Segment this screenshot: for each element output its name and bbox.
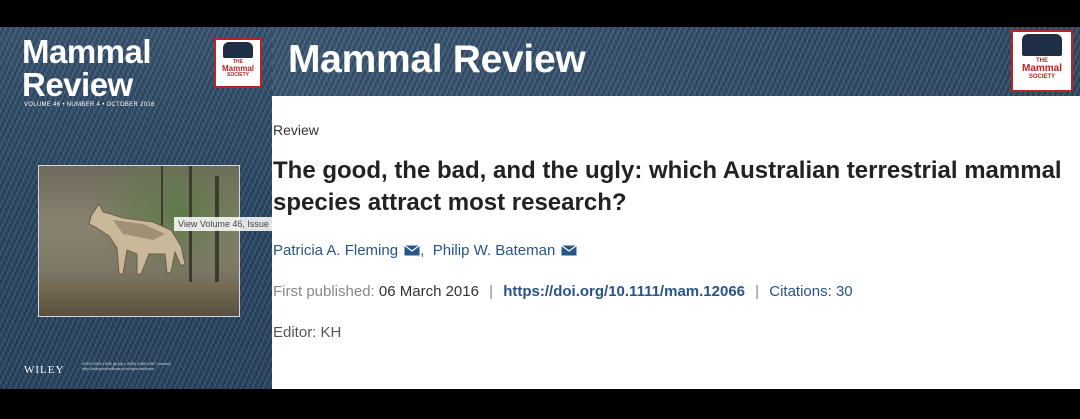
cover-photo-wolf [38,165,240,317]
cover-journal-title: Mammal Review [22,33,152,103]
view-issue-tooltip: View Volume 46, Issue [174,217,272,231]
article-page: Mammal Review THE Mammal SOCIETY Review … [272,27,1080,389]
author-link[interactable]: Philip W. Bateman [433,242,556,259]
doi-link[interactable]: https://doi.org/10.1111/mam.12066 [503,283,745,300]
journal-cover[interactable]: Mammal Review VOLUME 46 • NUMBER 4 • OCT… [0,27,272,389]
envelope-icon[interactable] [404,245,421,256]
first-published-label: First published: [273,283,375,300]
meta-separator: | [755,283,760,300]
author-link[interactable]: Patricia A. Fleming [273,242,398,259]
society-emblem-icon [1022,34,1062,56]
wolf-figure [88,203,186,275]
citations-link[interactable]: Citations: 30 [769,283,852,300]
author-separator: , [420,242,425,259]
article-title: The good, the bad, and the ugly: which A… [273,157,1062,216]
first-published-date: 06 March 2016 [378,283,479,300]
envelope-icon[interactable] [561,245,578,256]
article-type: Review [273,122,319,138]
editor-line: Editor: KH [273,324,342,341]
banner-society-logo[interactable]: THE Mammal SOCIETY [1011,30,1073,92]
publisher-logo: WILEY [24,364,65,376]
cover-fine-print: ISSN 0305-1838 (print) • ISSN 1365-2907 … [82,361,171,371]
author-list: Patricia A. Fleming , Philip W. Bateman [273,242,578,259]
society-emblem-icon [223,42,253,58]
meta-separator: | [489,283,494,300]
journal-banner[interactable]: Mammal Review THE Mammal SOCIETY [272,27,1080,96]
banner-journal-title: Mammal Review [288,38,586,81]
publication-meta: First published: 06 March 2016 | https:/… [273,283,853,300]
cover-issue-line: VOLUME 46 • NUMBER 4 • OCTOBER 2016 [24,102,155,108]
mammal-society-logo: THE Mammal SOCIETY [214,38,262,88]
